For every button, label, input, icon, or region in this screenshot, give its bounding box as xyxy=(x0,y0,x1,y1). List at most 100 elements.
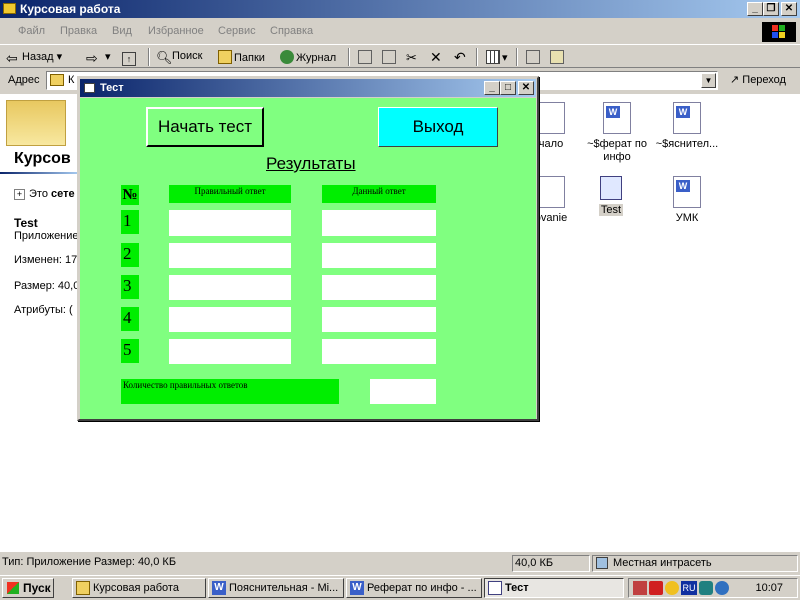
toolbar: ⇦ Назад ▾ ⇨ ▾ ↑ 🔍︎Поиск Папки Журнал ✂ ✕ … xyxy=(0,44,800,68)
up-folder-icon: ↑ xyxy=(122,52,136,66)
go-arrow-icon: ↗ xyxy=(730,74,740,86)
dialog-minimize-button[interactable]: _ xyxy=(484,81,500,95)
start-test-button[interactable]: Начать тест xyxy=(146,107,264,147)
given-answer-field-3[interactable] xyxy=(322,275,436,300)
folders-button[interactable]: Папки xyxy=(218,50,265,64)
copy-to-button[interactable] xyxy=(382,50,398,64)
document-icon xyxy=(537,176,565,208)
antivirus-icon[interactable] xyxy=(715,581,729,595)
word-icon: W xyxy=(212,581,226,595)
forward-button[interactable]: ⇨ ▾ xyxy=(86,50,111,66)
delete-button[interactable]: ✕ xyxy=(430,50,446,65)
folder-title: Курсов xyxy=(14,150,71,167)
views-grid-icon xyxy=(486,50,500,64)
task-button-word-2[interactable]: W Реферат по инфо - ... xyxy=(346,578,482,598)
dialog-client: Начать тест Выход Результаты № Правильны… xyxy=(80,98,536,419)
status-size: 40,0 КБ xyxy=(512,555,590,572)
application-icon xyxy=(488,581,502,595)
system-tray: RU 10:07 xyxy=(628,578,798,598)
search-button[interactable]: 🔍︎Поиск xyxy=(156,50,202,66)
paste-button[interactable] xyxy=(550,50,566,64)
dialog-titlebar[interactable]: Тест _ □ ✕ xyxy=(80,79,536,97)
given-answer-field-4[interactable] xyxy=(322,307,436,332)
given-answer-field-5[interactable] xyxy=(322,339,436,364)
correct-count-label: Количество правильных ответов xyxy=(121,379,339,404)
correct-answer-field-5[interactable] xyxy=(169,339,291,364)
views-button[interactable]: ▾ xyxy=(486,50,508,64)
expand-icon: + xyxy=(14,189,25,200)
address-dropdown-button[interactable]: ▼ xyxy=(701,73,716,88)
undo-button[interactable]: ↶ xyxy=(454,50,470,65)
close-button[interactable]: ✕ xyxy=(781,2,797,16)
network-icon[interactable] xyxy=(699,581,713,595)
file-item[interactable]: W ~$яснител... xyxy=(652,102,722,151)
given-answer-field-2[interactable] xyxy=(322,243,436,268)
start-button[interactable]: Пуск xyxy=(2,578,54,598)
word-document-icon: W xyxy=(603,102,631,134)
app-icon xyxy=(84,83,95,93)
file-item-selected[interactable]: Test xyxy=(576,176,646,217)
go-button[interactable]: ↗ Переход xyxy=(730,73,786,86)
restore-button[interactable]: ❐ xyxy=(763,2,779,16)
menu-tools[interactable]: Сервис xyxy=(218,25,256,37)
move-to-icon xyxy=(358,50,372,64)
application-icon xyxy=(600,176,622,200)
task-button-word-1[interactable]: W Пояснительная - Mi... xyxy=(208,578,344,598)
dialog-maximize-button[interactable]: □ xyxy=(500,81,516,95)
up-folder-button[interactable]: ↑ xyxy=(122,50,138,66)
back-arrow-icon: ⇦ xyxy=(6,50,18,66)
acrobat-icon[interactable] xyxy=(649,581,663,595)
task-button-test[interactable]: Тест xyxy=(484,578,624,598)
window-title: Курсовая работа xyxy=(20,2,121,16)
dialog-close-button[interactable]: ✕ xyxy=(518,81,534,95)
selected-item-type: Приложение xyxy=(14,230,79,242)
taskbar: Пуск Курсовая работа W Пояснительная - M… xyxy=(0,575,800,600)
menu-file[interactable]: Файл xyxy=(18,25,45,37)
correct-answer-field-4[interactable] xyxy=(169,307,291,332)
status-zone: Местная интрасеть xyxy=(592,555,798,572)
cut-button[interactable]: ✂ xyxy=(406,50,422,66)
menu-help[interactable]: Справка xyxy=(270,25,313,37)
history-button[interactable]: Журнал xyxy=(280,50,336,64)
correct-answer-field-3[interactable] xyxy=(169,275,291,300)
copy-button[interactable] xyxy=(526,50,542,64)
folders-icon xyxy=(218,50,232,64)
row-number: 5 xyxy=(121,339,139,363)
dialog-title: Тест xyxy=(100,82,124,94)
exit-button[interactable]: Выход xyxy=(378,107,498,147)
delete-icon: ✕ xyxy=(430,49,442,65)
toolbar-separator xyxy=(148,48,150,66)
speaker-icon[interactable] xyxy=(633,581,647,595)
document-icon xyxy=(537,102,565,134)
window-titlebar[interactable]: Курсовая работа _ ❐ ✕ xyxy=(0,0,800,18)
word-document-icon: W xyxy=(673,102,701,134)
toolbar-separator xyxy=(516,48,518,66)
messenger-icon[interactable] xyxy=(665,581,679,595)
file-item[interactable]: W УМК xyxy=(652,176,722,225)
correct-answer-header: Правильный ответ xyxy=(169,185,291,203)
menu-edit[interactable]: Правка xyxy=(60,25,97,37)
file-item[interactable]: W ~$ферат по инфо xyxy=(582,102,652,164)
correct-answer-field-1[interactable] xyxy=(169,210,291,236)
correct-count-field[interactable] xyxy=(370,379,436,404)
status-bar: Тип: Приложение Размер: 40,0 КБ 40,0 КБ … xyxy=(0,554,800,574)
menu-view[interactable]: Вид xyxy=(112,25,132,37)
language-indicator[interactable]: RU xyxy=(681,581,697,595)
menu-favorites[interactable]: Избранное xyxy=(148,25,204,37)
undo-icon: ↶ xyxy=(454,49,466,65)
word-document-icon: W xyxy=(673,176,701,208)
network-link[interactable]: + Это сете xyxy=(14,188,75,200)
copy-to-icon xyxy=(382,50,396,64)
row-number: 3 xyxy=(121,275,139,299)
windows-start-icon xyxy=(7,582,19,594)
status-text: Тип: Приложение Размер: 40,0 КБ xyxy=(2,556,177,568)
given-answer-field-1[interactable] xyxy=(322,210,436,236)
correct-answer-field-2[interactable] xyxy=(169,243,291,268)
back-button[interactable]: ⇦ Назад ▾ xyxy=(6,50,62,66)
minimize-button[interactable]: _ xyxy=(747,2,763,16)
menu-bar: Файл Правка Вид Избранное Сервис Справка xyxy=(0,20,800,42)
move-to-button[interactable] xyxy=(358,50,374,64)
task-button-explorer[interactable]: Курсовая работа xyxy=(72,578,206,598)
selected-item-attributes: Атрибуты: ( xyxy=(14,304,73,316)
intranet-icon xyxy=(596,557,608,569)
